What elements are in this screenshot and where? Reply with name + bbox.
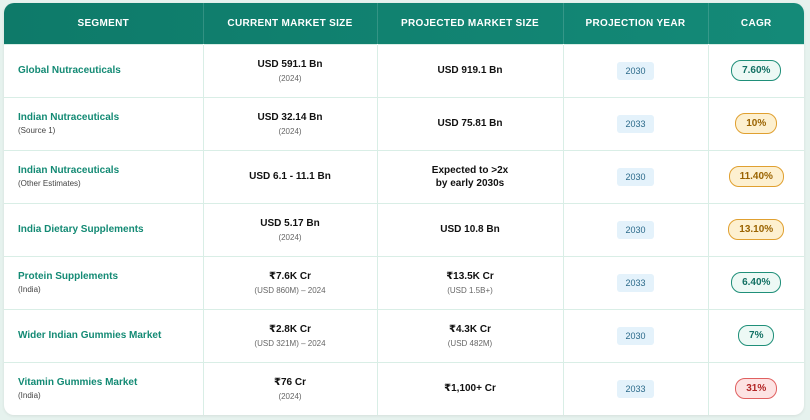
table-row: Vitamin Gummies Market (India) ₹76 Cr (2024… — [4, 361, 804, 415]
header-cagr: CAGR — [740, 17, 772, 29]
projected-size-value: Expected to >2x by early 2030s — [431, 164, 509, 189]
market-size-table: SEGMENT CURRENT MARKET SIZE PROJECTED MA… — [4, 3, 804, 415]
table-row: Protein Supplements (India) ₹7.6K Cr (USD 8… — [4, 255, 804, 309]
projection-year-cell: 2033 — [563, 255, 709, 309]
current-size-note: (2024) — [278, 233, 302, 242]
header-current-market-size: CURRENT MARKET SIZE — [203, 3, 378, 44]
current-size-value: USD 591.1 Bn — [257, 59, 323, 70]
projected-size-cell: Expected to >2x by early 2030s — [377, 149, 564, 203]
segment-note: (Other Estimates) — [18, 179, 81, 188]
cagr-badge: 11.40% — [728, 166, 784, 187]
cagr-badge: 6.40% — [731, 272, 782, 293]
table-row: Global Nutraceuticals USD 591.1 Bn (2024) U… — [4, 43, 804, 97]
projected-size-cell: USD 75.81 Bn — [377, 96, 564, 150]
current-size-cell: ₹76 Cr (2024) — [203, 361, 378, 415]
segment-note: (India) — [18, 285, 41, 294]
segment-name: Global Nutraceuticals — [18, 65, 121, 76]
projected-size-cell: ₹1,100+ Cr — [377, 361, 564, 415]
current-size-cell: USD 591.1 Bn (2024) — [203, 43, 378, 97]
projection-year-cell: 2030 — [563, 149, 709, 203]
projected-size-note: (USD 1.5B+) — [447, 286, 493, 295]
table-header-row: SEGMENT CURRENT MARKET SIZE PROJECTED MA… — [4, 3, 804, 44]
projected-size-cell: USD 10.8 Bn — [377, 202, 564, 256]
current-size-note: (USD 860M) – 2024 — [254, 286, 326, 295]
projected-size-cell: USD 919.1 Bn — [377, 43, 564, 97]
current-size-cell: USD 5.17 Bn (2024) — [203, 202, 378, 256]
table-row: Indian Nutraceuticals (Source 1) USD 32.14… — [4, 96, 804, 150]
cagr-cell: 6.40% — [708, 255, 804, 309]
current-size-value: ₹7.6K Cr — [269, 271, 311, 282]
current-size-cell: ₹2.8K Cr (USD 321M) – 2024 — [203, 308, 378, 362]
projection-year-cell: 2030 — [563, 43, 709, 97]
projection-year-tag: 2033 — [617, 115, 654, 133]
current-size-cell: USD 6.1 - 11.1 Bn — [203, 149, 378, 203]
projected-size-value: ₹1,100+ Cr — [444, 383, 496, 395]
cagr-cell: 11.40% — [708, 149, 804, 203]
segment-cell: Indian Nutraceuticals (Other Estimates) — [4, 149, 204, 203]
projection-year-tag: 2030 — [617, 327, 654, 345]
segment-name: India Dietary Supplements — [18, 224, 144, 235]
cagr-cell: 10% — [708, 96, 804, 150]
segment-cell: India Dietary Supplements — [4, 202, 204, 256]
table-row: India Dietary Supplements USD 5.17 Bn (202… — [4, 202, 804, 256]
projected-size-note: (USD 482M) — [447, 339, 493, 348]
current-size-note: (2024) — [278, 392, 302, 402]
segment-cell: Global Nutraceuticals — [4, 43, 204, 97]
cagr-cell: 31% — [708, 361, 804, 415]
table-body: Global Nutraceuticals USD 591.1 Bn (2024) U… — [4, 43, 804, 415]
cagr-badge: 7.60% — [731, 60, 782, 81]
cagr-cell: 7% — [708, 308, 804, 362]
segment-name: Protein Supplements — [18, 271, 119, 282]
segment-name: Indian Nutraceuticals — [18, 165, 120, 176]
projected-size-value: ₹4.3K Cr — [449, 324, 491, 335]
table-row: Wider Indian Gummies Market ₹2.8K Cr (USD … — [4, 308, 804, 362]
projected-size-value: USD 10.8 Bn — [440, 224, 500, 235]
projected-size-value: USD 919.1 Bn — [437, 65, 503, 76]
current-size-value: ₹2.8K Cr — [269, 324, 311, 335]
projection-year-tag: 2033 — [617, 380, 654, 399]
table-row: Indian Nutraceuticals (Other Estimates) US… — [4, 149, 804, 203]
market-size-table-card: SEGMENT CURRENT MARKET SIZE PROJECTED MA… — [4, 3, 804, 415]
projected-size-value: USD 75.81 Bn — [437, 118, 503, 129]
projection-year-cell: 2033 — [563, 96, 709, 150]
header-projection-year: PROJECTION YEAR — [563, 3, 709, 44]
current-size-note: (2024) — [278, 74, 302, 83]
projection-year-cell: 2030 — [563, 202, 709, 256]
current-size-note: (USD 321M) – 2024 — [254, 339, 326, 348]
projected-size-value: ₹13.5K Cr — [446, 271, 494, 282]
cagr-cell: 13.10% — [708, 202, 804, 256]
header-projected-market-size: PROJECTED MARKET SIZE — [377, 3, 564, 44]
segment-note: (India) — [18, 391, 41, 401]
current-size-cell: USD 32.14 Bn (2024) — [203, 96, 378, 150]
cagr-badge: 10% — [735, 113, 778, 134]
current-size-value: USD 6.1 - 11.1 Bn — [249, 171, 331, 182]
segment-name: Wider Indian Gummies Market — [18, 330, 162, 341]
projection-year-tag: 2030 — [617, 168, 654, 186]
projection-year-cell: 2030 — [563, 308, 709, 362]
segment-cell: Indian Nutraceuticals (Source 1) — [4, 96, 204, 150]
current-size-cell: ₹7.6K Cr (USD 860M) – 2024 — [203, 255, 378, 309]
segment-cell: Vitamin Gummies Market (India) — [4, 361, 204, 415]
current-size-note: (2024) — [278, 127, 302, 136]
projection-year-tag: 2030 — [617, 62, 654, 80]
segment-cell: Wider Indian Gummies Market — [4, 308, 204, 362]
segment-name: Vitamin Gummies Market — [18, 377, 138, 389]
current-size-value: ₹76 Cr — [274, 377, 306, 389]
cagr-cell: 7.60% — [708, 43, 804, 97]
current-size-value: USD 32.14 Bn — [257, 112, 323, 123]
cagr-badge: 31% — [735, 378, 778, 400]
cagr-badge: 7% — [738, 325, 775, 346]
segment-name: Indian Nutraceuticals — [18, 112, 120, 123]
header-segment: SEGMENT — [4, 3, 204, 44]
projected-size-cell: ₹4.3K Cr (USD 482M) — [377, 308, 564, 362]
projected-size-cell: ₹13.5K Cr (USD 1.5B+) — [377, 255, 564, 309]
projection-year-tag: 2030 — [617, 221, 654, 239]
segment-cell: Protein Supplements (India) — [4, 255, 204, 309]
projection-year-cell: 2033 — [563, 361, 709, 415]
cagr-badge: 13.10% — [728, 219, 785, 240]
current-size-value: USD 5.17 Bn — [260, 218, 320, 229]
projection-year-tag: 2033 — [617, 274, 654, 292]
segment-note: (Source 1) — [18, 126, 56, 135]
